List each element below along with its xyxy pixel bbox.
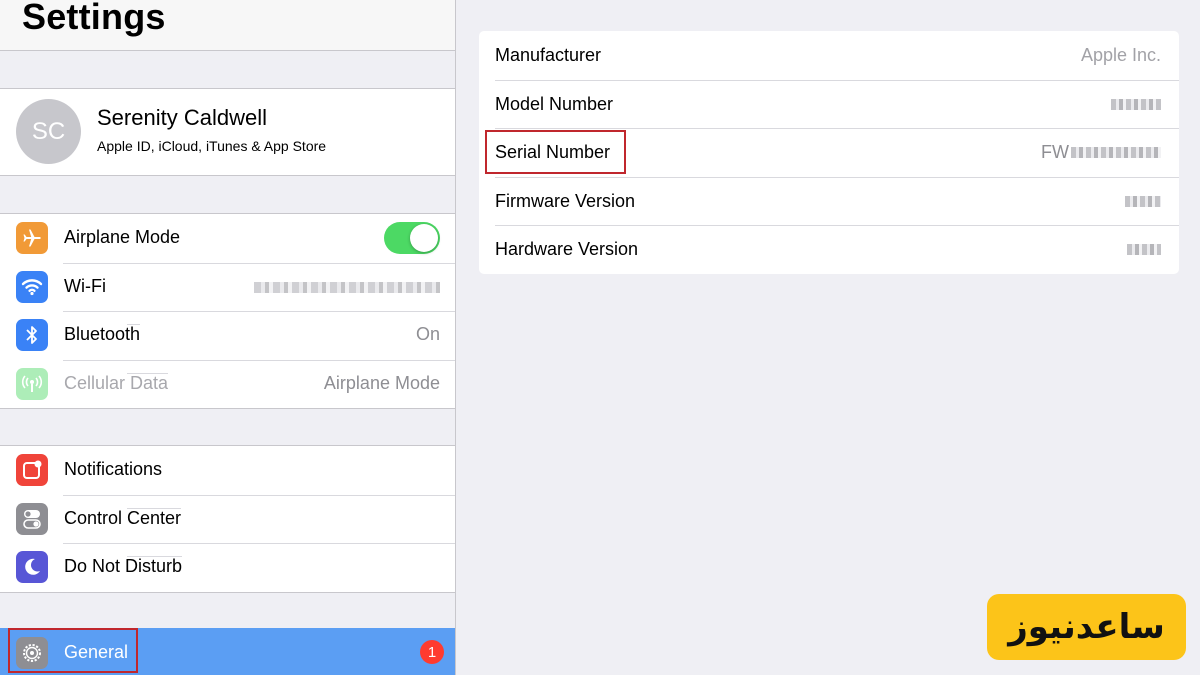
page-title: Settings (22, 0, 166, 37)
wifi-icon (16, 270, 48, 303)
serial-prefix: FW (1041, 142, 1069, 163)
sidebar-item-wifi[interactable]: Wi-Fi (0, 262, 455, 312)
sidebar-item-label: Do Not Disturb (64, 556, 183, 576)
sidebar-item-label: Notifications (64, 459, 163, 479)
sidebar-item-airplane-mode[interactable]: Airplane Mode (0, 214, 455, 263)
about-row-model-number[interactable]: Model Number (479, 79, 1179, 129)
settings-sidebar: Settings SC Serenity Caldwell Apple ID, … (0, 0, 456, 675)
hardware-version-redacted (1127, 244, 1161, 256)
notifications-icon (16, 454, 48, 486)
about-row-label: Firmware Version (495, 190, 636, 211)
moon-icon (16, 551, 48, 583)
toggle-knob (410, 224, 438, 252)
model-number-redacted (1111, 98, 1161, 110)
sidebar-item-label: Cellular Data (64, 372, 169, 393)
apple-id-profile[interactable]: SC Serenity Caldwell Apple ID, iCloud, i… (0, 88, 455, 176)
cellular-status: Airplane Mode (323, 372, 440, 393)
avatar: SC (16, 99, 81, 164)
airplane-icon (16, 222, 48, 254)
watermark-logo: ساعدنیوز (987, 594, 1186, 660)
about-row-value: Apple Inc. (1080, 45, 1161, 65)
about-row-label: Hardware Version (495, 239, 639, 260)
profile-subtitle: Apple ID, iCloud, iTunes & App Store (97, 138, 327, 154)
about-row-label: Manufacturer (495, 45, 602, 65)
about-row-firmware-version[interactable]: Firmware Version (479, 176, 1179, 226)
bluetooth-status: On (415, 324, 440, 344)
general-highlight-box (8, 628, 138, 673)
serial-number-highlight-box (485, 130, 626, 174)
sidebar-item-control-center[interactable]: Control Center (0, 494, 455, 544)
sidebar-item-bluetooth[interactable]: Bluetooth On (0, 311, 455, 360)
sidebar-item-label: Bluetooth (64, 324, 141, 344)
profile-name: Serenity Caldwell (97, 105, 267, 130)
sidebar-item-label: Control Center (64, 507, 182, 528)
sidebar-item-label: Airplane Mode (64, 227, 181, 247)
about-row-manufacturer[interactable]: Manufacturer Apple Inc. (479, 31, 1179, 80)
sidebar-item-notifications[interactable]: Notifications (0, 446, 455, 495)
sidebar-item-cellular-data[interactable]: Cellular Data Airplane Mode (0, 359, 455, 409)
sidebar-item-label: Wi-Fi (64, 275, 106, 296)
sidebar-header: Settings (0, 0, 455, 51)
control-center-icon (16, 502, 48, 535)
wifi-network-redacted (254, 281, 440, 293)
sidebar-item-do-not-disturb[interactable]: Do Not Disturb (0, 543, 455, 592)
serial-number-redacted (1071, 147, 1161, 159)
connectivity-group: Airplane Mode Wi-Fi Bluetooth On Cellula… (0, 213, 455, 409)
firmware-version-redacted (1125, 195, 1161, 207)
about-row-label: Model Number (495, 93, 614, 114)
airplane-mode-toggle[interactable] (384, 222, 440, 254)
notifications-group: Notifications Control Center Do Not Dist… (0, 445, 455, 593)
cellular-icon (16, 367, 48, 400)
about-row-hardware-version[interactable]: Hardware Version (479, 225, 1179, 274)
bluetooth-icon (16, 319, 48, 351)
update-badge: 1 (420, 640, 444, 664)
